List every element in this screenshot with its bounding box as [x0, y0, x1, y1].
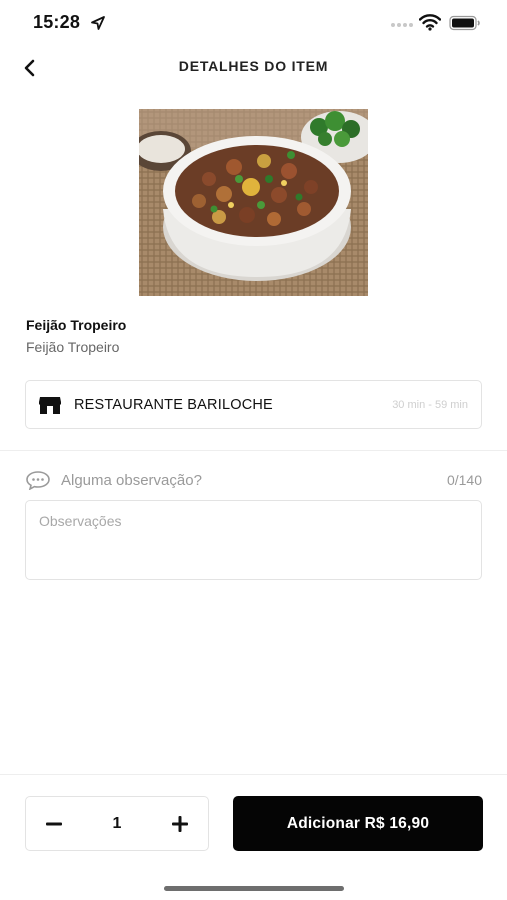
- wifi-icon: [419, 14, 441, 31]
- signal-dots-icon: [391, 23, 413, 27]
- page-title: DETALHES DO ITEM: [178, 58, 329, 74]
- increase-quantity-button[interactable]: [167, 811, 193, 837]
- restaurant-name: RESTAURANTE BARILOCHE: [74, 396, 273, 413]
- item-name: Feijão Tropeiro: [26, 317, 127, 333]
- divider: [0, 450, 507, 451]
- food-photo: [139, 109, 368, 296]
- plus-icon: [172, 815, 188, 832]
- minus-icon: [46, 822, 62, 825]
- status-time: 15:28: [33, 12, 81, 32]
- observation-label: Alguma observação?: [61, 471, 202, 489]
- home-indicator: [164, 886, 344, 891]
- restaurant-card[interactable]: RESTAURANTE BARILOCHE 30 min - 59 min: [25, 380, 482, 429]
- observation-header: Alguma observação? 0/140: [25, 468, 482, 492]
- decrease-quantity-button[interactable]: [41, 811, 67, 837]
- quantity-value: 1: [112, 814, 122, 832]
- add-to-cart-button[interactable]: Adicionar R$ 16,90: [233, 796, 483, 851]
- status-bar: 15:28: [0, 0, 507, 46]
- store-icon: [39, 396, 61, 414]
- delivery-time: 30 min - 59 min: [392, 398, 468, 411]
- chat-bubble-icon: [26, 471, 50, 490]
- location-arrow-icon: [91, 16, 105, 30]
- footer-divider: [0, 774, 507, 775]
- battery-icon: [449, 15, 480, 31]
- item-description: Feijão Tropeiro: [26, 339, 120, 355]
- observations-field[interactable]: [25, 500, 482, 580]
- observation-counter: 0/140: [446, 472, 482, 488]
- quantity-stepper: 1: [25, 796, 209, 851]
